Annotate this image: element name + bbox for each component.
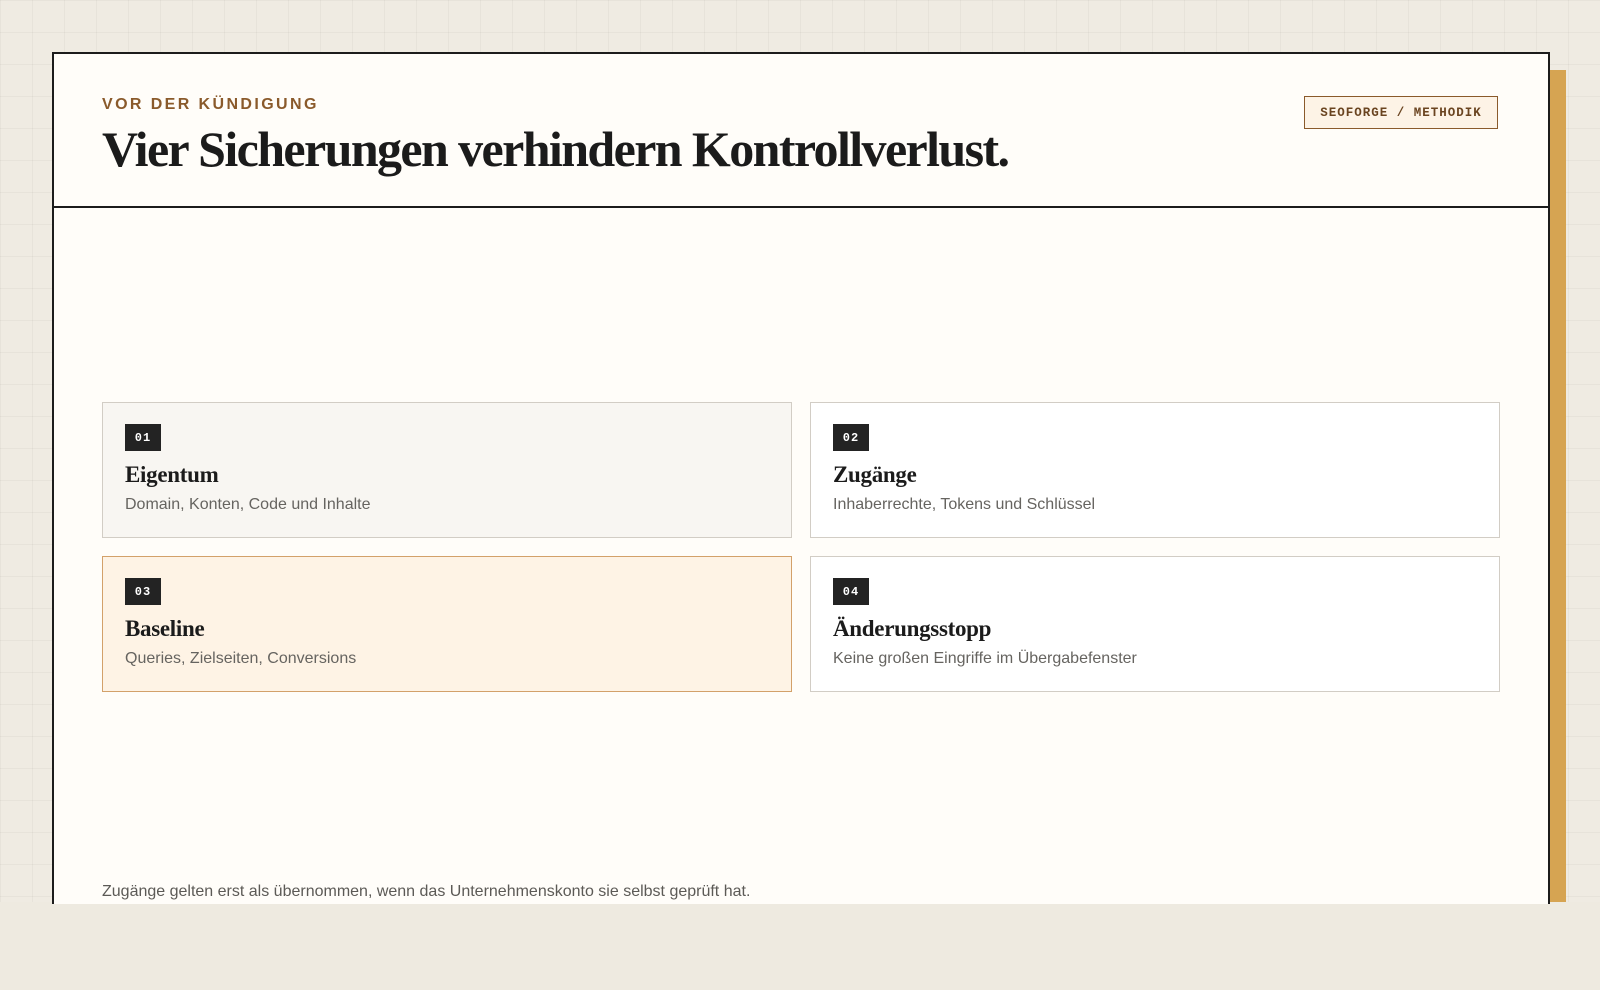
card-number-badge: 02 [833, 424, 869, 451]
card-title: Baseline [125, 616, 205, 641]
card-number-badge: 03 [125, 578, 161, 605]
card-title: Eigentum [125, 462, 219, 487]
card-description: Domain, Konten, Code und Inhalte [125, 496, 371, 513]
footnote: Zugänge gelten erst als übernommen, wenn… [102, 883, 751, 900]
slide-panel: VOR DER KÜNDIGUNG Vier Sicherungen verhi… [52, 52, 1550, 904]
brand-tag: SEOFORGE / METHODIK [1304, 96, 1498, 129]
card-description: Keine großen Eingriffe im Übergabefenste… [833, 650, 1137, 667]
card-baseline: 03 Baseline Queries, Zielseiten, Convers… [102, 556, 792, 692]
card-number-badge: 01 [125, 424, 161, 451]
card-title: Zugänge [833, 462, 917, 487]
card-description: Queries, Zielseiten, Conversions [125, 650, 357, 667]
card-aenderungsstopp: 04 Änderungsstopp Keine großen Eingriffe… [810, 556, 1500, 692]
card-number-badge: 04 [833, 578, 869, 605]
card-zugaenge: 02 Zugänge Inhaberrechte, Tokens und Sch… [810, 402, 1500, 538]
card-description: Inhaberrechte, Tokens und Schlüssel [833, 496, 1096, 513]
card-title: Änderungsstopp [833, 616, 992, 641]
eyebrow-label: VOR DER KÜNDIGUNG [102, 96, 319, 113]
slide-header: VOR DER KÜNDIGUNG Vier Sicherungen verhi… [54, 54, 1548, 208]
card-eigentum: 01 Eigentum Domain, Konten, Code und Inh… [102, 402, 792, 538]
page-title: Vier Sicherungen verhindern Kontrollverl… [102, 121, 1010, 177]
